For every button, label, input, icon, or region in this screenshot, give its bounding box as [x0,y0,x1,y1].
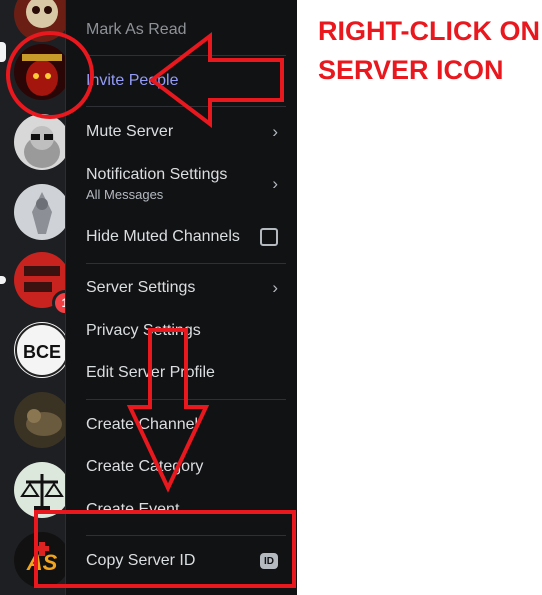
privacy-settings-item[interactable]: Privacy Settings [78,311,286,351]
as-server-icon[interactable]: AS [14,532,70,588]
notification-settings-label: Notification Settings [86,166,228,183]
menu-separator [86,106,286,107]
chevron-right-icon: › [272,122,278,141]
diablo-server-icon[interactable] [14,44,70,100]
server-settings-item[interactable]: Server Settings › [78,268,286,308]
create-channel-label: Create Channel [86,416,199,433]
bce-server-icon[interactable]: BCE [14,322,70,378]
unread-pill [0,276,6,284]
copy-server-id-label: Copy Server ID [86,552,196,569]
skull-server-icon[interactable] [14,0,70,42]
server-settings-label: Server Settings [86,279,196,296]
mute-server-label: Mute Server [86,123,174,140]
edit-server-profile-label: Edit Server Profile [86,364,215,381]
notification-settings-value: All Messages [86,187,164,202]
mute-server-item[interactable]: Mute Server › [78,112,286,152]
chevron-right-icon: › [272,278,278,297]
id-icon: ID [260,553,278,569]
create-category-item[interactable]: Create Category [78,447,286,487]
menu-separator [86,263,286,264]
server-context-menu: Mark As Read Invite People Mute Server ›… [65,0,297,595]
edit-server-profile-item[interactable]: Edit Server Profile [78,353,286,393]
svg-text:BCE: BCE [23,342,61,362]
annotation-instruction: RIGHT-CLICK ON SERVER ICON [318,16,540,85]
create-category-label: Create Category [86,458,204,475]
create-channel-item[interactable]: Create Channel [78,405,286,445]
bird-server-icon[interactable] [14,392,70,448]
sunglasses-server-icon[interactable] [14,114,70,170]
server-rail: 1 BCE AS [0,0,78,595]
mark-as-read-item[interactable]: Mark As Read [78,10,286,50]
mark-as-read-label: Mark As Read [86,21,187,38]
create-event-label: Create Event [86,501,180,518]
menu-separator [86,535,286,536]
invite-people-item[interactable]: Invite People [78,61,286,101]
create-event-item[interactable]: Create Event [78,490,286,530]
scales-server-icon[interactable] [14,462,70,518]
discord-window: 1 BCE AS Mark As Read Invite People Mute… [0,0,297,595]
unread-pill [0,42,6,62]
sketch-server-icon[interactable] [14,184,70,240]
menu-separator [86,399,286,400]
checkbox-icon[interactable] [260,228,278,246]
invite-people-label: Invite People [86,72,179,89]
notification-settings-item[interactable]: Notification Settings All Messages › [78,158,286,210]
privacy-settings-label: Privacy Settings [86,322,201,339]
menu-separator [86,55,286,56]
copy-server-id-item[interactable]: Copy Server ID ID [78,541,286,581]
chevron-right-icon: › [272,174,278,193]
hide-muted-channels-item[interactable]: Hide Muted Channels [78,217,286,257]
hide-muted-channels-label: Hide Muted Channels [86,228,240,245]
